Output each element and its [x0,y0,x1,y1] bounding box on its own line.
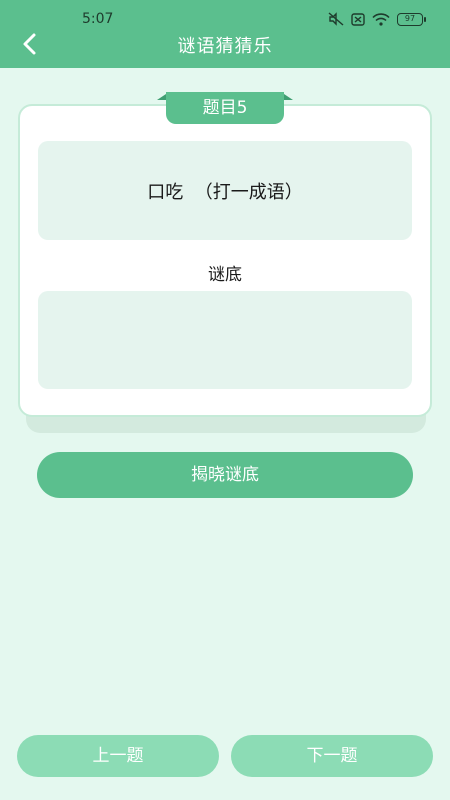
status-icons: 97 [328,12,426,26]
question-box: 口吃 （打一成语） [38,141,412,240]
status-time: 5:07 [82,11,114,27]
mute-icon [328,12,344,26]
next-button[interactable]: 下一题 [231,735,433,777]
app-header: 5:07 97 谜语猜猜乐 [0,0,450,68]
question-number: 题目5 [166,92,284,124]
answer-box [38,291,412,389]
page-title: 谜语猜猜乐 [177,36,273,57]
answer-label: 谜底 [208,265,242,285]
no-sim-icon [351,12,365,26]
previous-button[interactable]: 上一题 [17,735,219,777]
battery-icon: 97 [397,12,426,26]
wifi-icon [372,12,390,26]
question-text: 口吃 （打一成语） [147,181,303,203]
reveal-answer-button[interactable]: 揭晓谜底 [37,452,413,498]
question-tab: 题目5 [157,92,293,124]
